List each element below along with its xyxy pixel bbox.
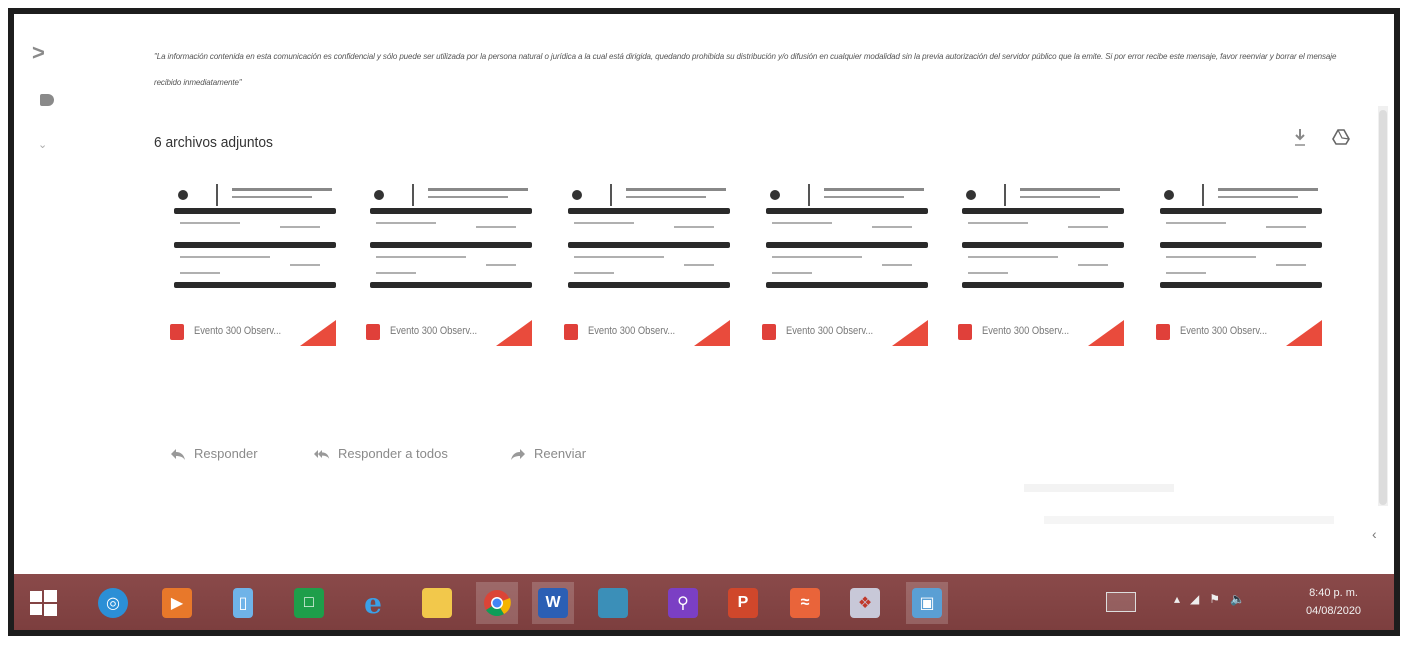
powerpoint-icon[interactable]: P [722, 582, 764, 624]
volume-icon[interactable]: 🔈 [1230, 592, 1245, 606]
attachment-thumbnail[interactable] [1156, 174, 1326, 304]
system-tray[interactable]: ▴ ◢ ⚑ 🔈 [1174, 592, 1245, 606]
windows-start-icon[interactable] [22, 582, 64, 624]
attachment-filename: Evento 300 Observ... [982, 325, 1070, 337]
excel-icon[interactable]: □ [288, 582, 330, 624]
photos-icon[interactable] [592, 582, 634, 624]
folded-corner-icon [694, 320, 730, 346]
attachment-filename: Evento 300 Observ... [194, 325, 282, 337]
reply-button[interactable]: Responder [170, 446, 258, 461]
attachment-filename: Evento 300 Observ... [588, 325, 676, 337]
scrollbar-thumb[interactable] [1379, 110, 1387, 505]
label-icon[interactable] [40, 94, 54, 106]
folded-corner-icon [892, 320, 928, 346]
reply-all-label: Responder a todos [338, 446, 448, 461]
attachment-thumbnail[interactable] [170, 174, 340, 304]
taskbar-clock[interactable]: 8:40 p. m. 04/08/2020 [1306, 584, 1361, 620]
forward-icon [511, 448, 525, 460]
attachment-thumbnail[interactable] [564, 174, 734, 304]
tablet-app-icon[interactable]: ▯ [222, 582, 264, 624]
attachment-file-row[interactable]: Evento 300 Observ... [762, 320, 932, 346]
file-explorer-icon[interactable] [416, 582, 458, 624]
remote-desktop-icon[interactable]: ▣ [906, 582, 948, 624]
clock-date: 04/08/2020 [1306, 605, 1362, 617]
attachments-title: 6 archivos adjuntos [154, 134, 273, 151]
folded-corner-icon [300, 320, 336, 346]
confidentiality-disclaimer: "La información contenida en esta comuni… [154, 52, 1337, 87]
reply-all-icon [314, 449, 330, 459]
chrome-icon[interactable] [476, 582, 518, 624]
forward-arrow-icon[interactable]: > [32, 40, 45, 66]
reply-all-button[interactable]: Responder a todos [314, 446, 448, 461]
attachment-file-row[interactable]: Evento 300 Observ... [366, 320, 536, 346]
attachment-thumbnail[interactable] [366, 174, 536, 304]
attachment-card[interactable]: Evento 300 Observ... [762, 174, 932, 354]
pdf-icon [958, 324, 972, 340]
reply-icon [171, 448, 185, 460]
search-app-icon[interactable]: ⚲ [662, 582, 704, 624]
reply-label: Responder [194, 446, 258, 461]
word-icon[interactable]: W [532, 582, 574, 624]
chevron-down-icon[interactable]: ⌄ [38, 138, 47, 151]
attachment-thumbnail[interactable] [762, 174, 932, 304]
attachment-card[interactable]: Evento 300 Observ... [1156, 174, 1326, 354]
keyboard-icon[interactable] [1106, 592, 1136, 612]
download-all-icon[interactable] [1292, 126, 1308, 148]
windows-taskbar: ◎ ▶ ▯ □ e W ⚲ P ≈ ❖ ▣ ▴ ◢ ⚑ 🔈 8:40 p. m.… [14, 574, 1394, 630]
attachment-card[interactable]: Evento 300 Observ... [958, 174, 1128, 354]
attachment-filename: Evento 300 Observ... [1180, 325, 1268, 337]
media-player-icon[interactable]: ▶ [156, 582, 198, 624]
attachment-file-row[interactable]: Evento 300 Observ... [564, 320, 734, 346]
pdf-icon [366, 324, 380, 340]
attachment-filename: Evento 300 Observ... [390, 325, 478, 337]
pdf-icon [762, 324, 776, 340]
tray-chevron-icon[interactable]: ▴ [1174, 592, 1180, 606]
internet-explorer-icon[interactable]: e [352, 582, 394, 624]
folded-corner-icon [1088, 320, 1124, 346]
folded-corner-icon [496, 320, 532, 346]
forward-button[interactable]: Reenviar [510, 446, 586, 461]
network-status-icon[interactable]: ◢ [1190, 592, 1199, 606]
attachment-card[interactable]: Evento 300 Observ... [170, 174, 340, 354]
faded-text [1044, 516, 1334, 524]
faded-text [1024, 484, 1174, 492]
screenshot-frame: > ⌄ "La información contenida en esta co… [8, 8, 1400, 636]
flag-icon[interactable]: ⚑ [1209, 592, 1220, 606]
chevron-left-icon[interactable]: ‹ [1372, 526, 1377, 542]
network-icon[interactable]: ◎ [92, 582, 134, 624]
attachment-card[interactable]: Evento 300 Observ... [366, 174, 536, 354]
folded-corner-icon [1286, 320, 1322, 346]
clock-time: 8:40 p. m. [1309, 587, 1358, 599]
attachment-file-row[interactable]: Evento 300 Observ... [958, 320, 1128, 346]
forward-label: Reenviar [534, 446, 587, 461]
save-to-drive-icon[interactable] [1332, 128, 1350, 146]
acrobat-icon[interactable]: ≈ [784, 582, 826, 624]
attachment-filename: Evento 300 Observ... [786, 325, 874, 337]
pdf-icon [564, 324, 578, 340]
shield-app-icon[interactable]: ❖ [844, 582, 886, 624]
attachment-file-row[interactable]: Evento 300 Observ... [170, 320, 340, 346]
attachment-thumbnail[interactable] [958, 174, 1128, 304]
attachment-file-row[interactable]: Evento 300 Observ... [1156, 320, 1326, 346]
attachment-card[interactable]: Evento 300 Observ... [564, 174, 734, 354]
pdf-icon [1156, 324, 1170, 340]
pdf-icon [170, 324, 184, 340]
